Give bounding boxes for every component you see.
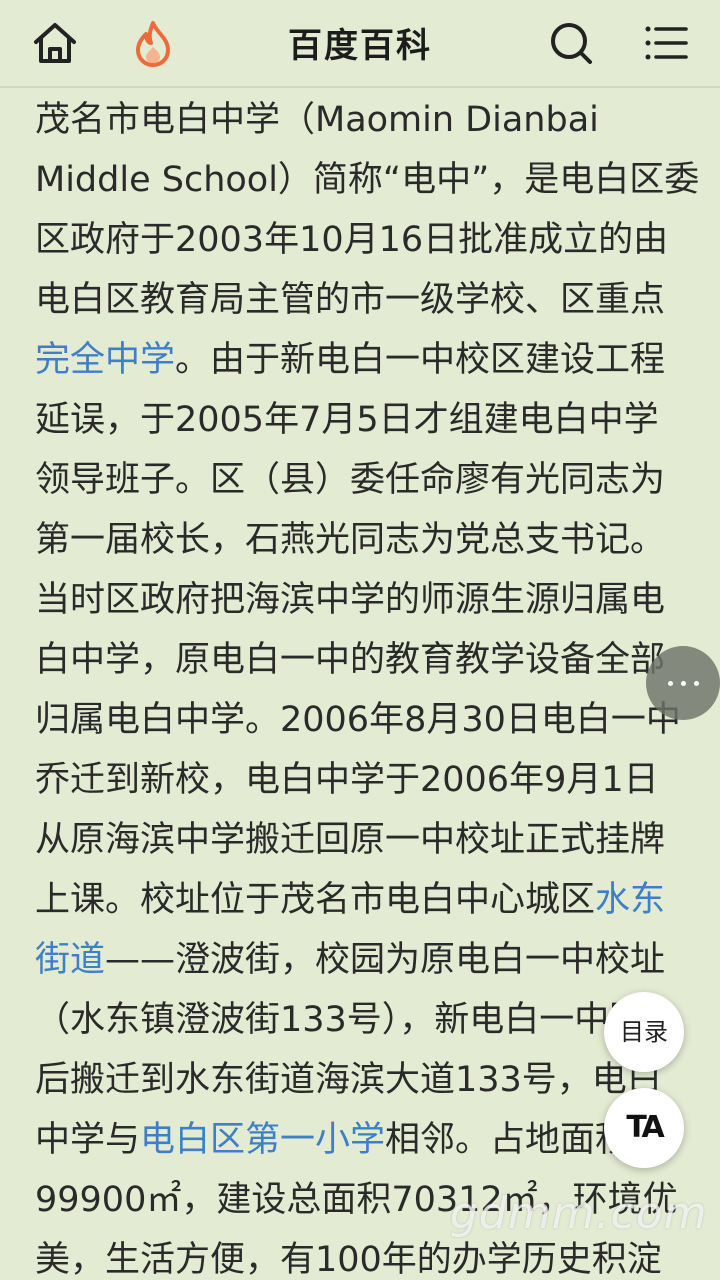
ta-button[interactable]: TA: [604, 1088, 684, 1168]
article-text: 电白区教育局主管的市一级学校、区重点: [35, 280, 666, 320]
article-line: 完全中学。由于新电白一中校区建设工程: [35, 330, 695, 390]
article-text: 美，生活方便，有100年的办学历史积淀: [35, 1240, 662, 1280]
article-text: 乔迁到新校，电白中学于2006年9月1日: [35, 760, 659, 800]
article-line: 第一届校长，石燕光同志为党总支书记。: [35, 510, 695, 570]
more-horizontal-icon: [668, 681, 673, 686]
article-link[interactable]: 电白区第一小学: [140, 1120, 385, 1160]
toc-label: 目录: [620, 1018, 668, 1046]
article-text: 中学与: [35, 1120, 141, 1160]
watermark: gdmm.com: [450, 1188, 708, 1239]
article-line: 当时区政府把海滨中学的师源生源归属电: [35, 570, 695, 630]
article-text: ——澄波街，校园为原电白一中校址: [105, 940, 666, 980]
menu-icon[interactable]: [642, 18, 692, 68]
article-text: 领导班子。区（县）委任命廖有光同志为: [35, 460, 666, 500]
article-line: 茂名市电白中学（Maomin Dianbai: [35, 90, 695, 150]
article-text: 从原海滨中学搬迁回原一中校址正式挂牌: [35, 820, 666, 860]
article-text: 后搬迁到水东街道海滨大道133号，电白: [35, 1060, 662, 1100]
article-line: 街道——澄波街，校园为原电白一中校址: [35, 930, 695, 990]
article-text: 第一届校长，石燕光同志为党总支书记。: [35, 520, 666, 560]
more-options-button[interactable]: [646, 646, 720, 720]
more-horizontal-icon: [681, 681, 686, 686]
article-line: Middle School）简称“电中”，是电白区委: [35, 150, 699, 210]
article-line: 上课。校址位于茂名市电白中心城区水东: [35, 870, 695, 930]
search-icon[interactable]: [546, 18, 596, 68]
more-horizontal-icon: [694, 681, 699, 686]
article-body: 茂名市电白中学（Maomin Dianbai Middle School）简称“电…: [35, 90, 699, 1280]
top-app-bar: 百度百科: [0, 0, 720, 88]
article-line: 区政府于2003年10月16日批准成立的由: [35, 210, 695, 270]
article-text: 当时区政府把海滨中学的师源生源归属电: [35, 580, 666, 620]
article-text: 。由于新电白一中校区建设工程: [175, 340, 666, 380]
article-text: 归属电白中学。2006年8月30日电白一中: [35, 700, 681, 740]
article-line: 中学与电白区第一小学相邻。占地面积: [35, 1110, 695, 1170]
article-line: 白中学，原电白一中的教育教学设备全部: [35, 630, 695, 690]
article-link[interactable]: 完全中学: [35, 340, 175, 380]
ta-label: TA: [626, 1110, 664, 1145]
article-text: 白中学，原电白一中的教育教学设备全部: [35, 640, 666, 680]
article-text: Middle School）简称“电中”，是电白区委: [35, 160, 700, 200]
article-line: 后搬迁到水东街道海滨大道133号，电白: [35, 1050, 695, 1110]
article-line: 延误，于2005年7月5日才组建电白中学: [35, 390, 695, 450]
article-line: 领导班子。区（县）委任命廖有光同志为: [35, 450, 695, 510]
article-text: 相邻。占地面积: [385, 1120, 631, 1160]
article-line: （水东镇澄波街133号），新电白一中随: [35, 990, 695, 1050]
article-line: 从原海滨中学搬迁回原一中校址正式挂牌: [35, 810, 695, 870]
article-line: 归属电白中学。2006年8月30日电白一中: [35, 690, 695, 750]
article-text: 延误，于2005年7月5日才组建电白中学: [35, 400, 659, 440]
page-title: 百度百科: [288, 26, 432, 66]
article-line: 乔迁到新校，电白中学于2006年9月1日: [35, 750, 695, 810]
article-line: 电白区教育局主管的市一级学校、区重点: [35, 270, 695, 330]
table-of-contents-button[interactable]: 目录: [604, 992, 684, 1072]
article-text: 茂名市电白中学（Maomin Dianbai: [35, 100, 599, 140]
article-text: 区政府于2003年10月16日批准成立的由: [35, 220, 669, 260]
article-text: 上课。校址位于茂名市电白中心城区: [35, 880, 596, 920]
article-link[interactable]: 水东: [595, 880, 665, 920]
article-text: （水东镇澄波街133号），新电白一中随: [35, 1000, 645, 1040]
article-link[interactable]: 街道: [35, 940, 105, 980]
